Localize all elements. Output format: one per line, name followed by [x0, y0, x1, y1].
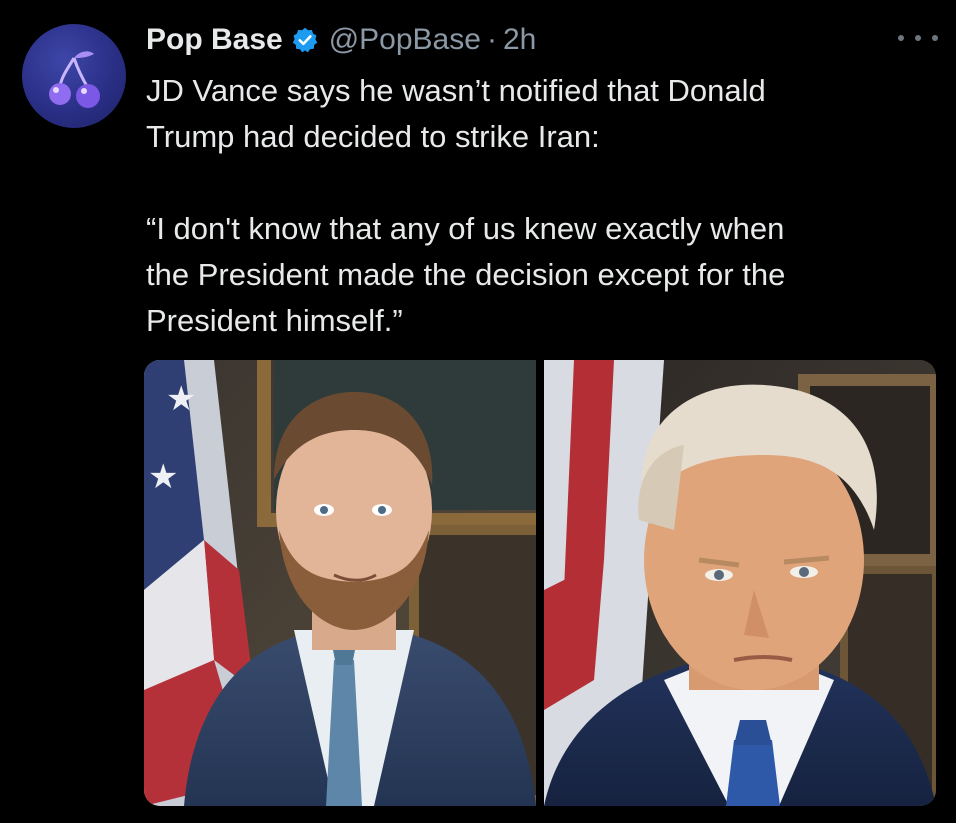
more-dot [932, 35, 938, 41]
more-dot [915, 35, 921, 41]
separator-dot: · [486, 23, 497, 56]
more-dot [898, 35, 904, 41]
cherries-icon [49, 51, 100, 108]
svg-text:★: ★ [148, 457, 178, 497]
tweet-text: JD Vance says he wasn’t notified that Do… [146, 73, 786, 338]
more-options-icon[interactable] [898, 26, 938, 50]
tweet-header: Pop Base @PopBase · 2h [146, 20, 536, 60]
handle[interactable]: @PopBase [329, 23, 481, 57]
timestamp[interactable]: 2h [503, 23, 536, 57]
portrait-right[interactable] [544, 360, 936, 806]
svg-text:★: ★ [166, 379, 196, 419]
display-name[interactable]: Pop Base [146, 23, 283, 57]
tweet[interactable]: Pop Base @PopBase · 2h JD Vance says he … [0, 0, 956, 823]
media-grid: ★ ★ [144, 360, 936, 806]
portrait-left[interactable]: ★ ★ [144, 360, 536, 806]
verified-badge-icon [291, 26, 319, 54]
avatar[interactable] [22, 24, 126, 128]
